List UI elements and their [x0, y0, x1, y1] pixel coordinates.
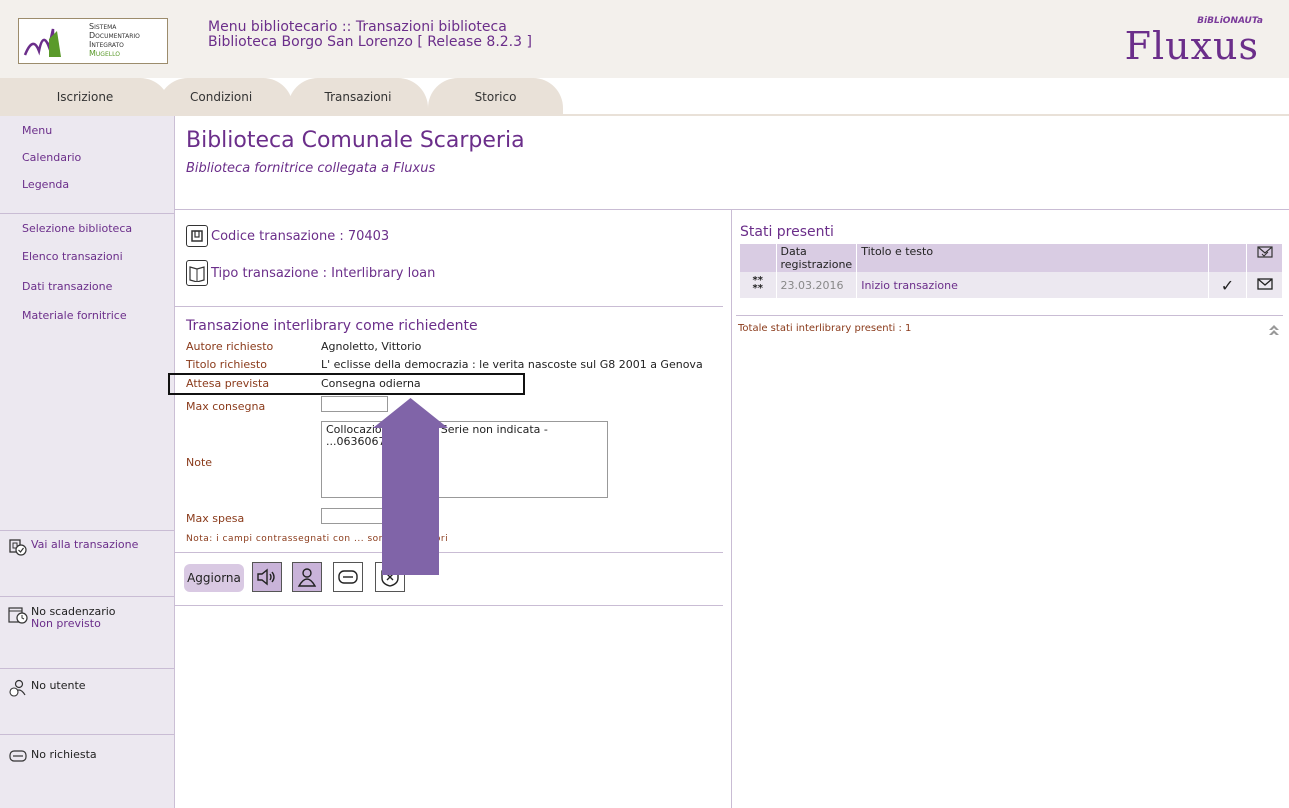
sidebar-item-materiale-fornitrice[interactable]: Materiale fornitrice	[22, 309, 127, 322]
field-label-note: Note	[186, 456, 213, 469]
sidebar-divider	[0, 668, 174, 669]
tab-band	[0, 114, 1289, 116]
update-button[interactable]: Aggiorna	[184, 564, 244, 592]
sdiMugello-logo[interactable]: Sistema Documentario Integrato Mugello	[18, 18, 168, 64]
row-mail[interactable]	[1246, 272, 1283, 298]
sidebar-item-menu[interactable]: Menu	[22, 124, 52, 137]
sidebar-item-elenco-transazioni[interactable]: Elenco transazioni	[22, 250, 123, 263]
page-subtitle: Biblioteca fornitrice collegata a Fluxus	[186, 161, 436, 176]
tab-iscrizione[interactable]: Iscrizione	[0, 78, 170, 114]
divider	[736, 315, 1283, 316]
annotation-arrow	[373, 398, 448, 575]
book-icon	[186, 260, 208, 286]
row-date: 23.03.2016	[776, 272, 858, 298]
sidebar-item-calendario[interactable]: Calendario	[22, 151, 81, 164]
note-textarea[interactable]: Collocazione: ...GN - Serie non indicata…	[321, 421, 608, 498]
user-check-icon	[9, 679, 26, 697]
header	[0, 0, 1289, 78]
user-icon	[297, 568, 317, 587]
sidebar-divider	[0, 530, 174, 531]
logo-mark-icon	[23, 28, 61, 57]
schedule-box: No scadenzario Non previsto	[8, 606, 116, 630]
row-marker: ** **	[740, 272, 777, 298]
sidebar-item-selezione-biblioteca[interactable]: Selezione biblioteca	[22, 222, 132, 235]
tipo-row: Tipo transazione : Interlibrary loan	[186, 260, 435, 286]
goto-transaction-link[interactable]: Vai alla transazione	[8, 538, 138, 556]
speaker-icon	[257, 568, 275, 586]
stati-total: Totale stati interlibrary presenti : 1	[738, 323, 912, 334]
col-mail	[1246, 244, 1283, 272]
column-divider	[731, 210, 732, 808]
request-link-icon	[9, 750, 27, 762]
transaction-icon	[186, 225, 208, 247]
user-button[interactable]	[292, 562, 322, 592]
highlight-box	[168, 373, 525, 395]
chain-link-icon	[338, 570, 358, 584]
user-label: No utente	[31, 679, 86, 692]
tipo-transazione: Tipo transazione : Interlibrary loan	[211, 265, 436, 281]
sidebar-item-legenda[interactable]: Legenda	[22, 178, 69, 191]
transaction-check-icon	[9, 539, 27, 556]
user-box: No utente	[8, 679, 86, 697]
goto-transaction-label[interactable]: Vai alla transazione	[31, 538, 138, 551]
page-title: Biblioteca Comunale Scarperia	[186, 128, 525, 153]
request-box: No richiesta	[8, 748, 97, 764]
sidebar-divider	[0, 213, 174, 214]
row-check-icon: ✓	[1208, 272, 1247, 298]
field-label-max-spesa: Max spesa	[186, 512, 245, 525]
audio-button[interactable]	[252, 562, 282, 592]
request-label: No richiesta	[31, 748, 97, 761]
field-label-max-consegna: Max consegna	[186, 400, 266, 413]
divider	[174, 605, 723, 606]
field-value-titolo: L' eclisse della democrazia : le verita …	[321, 358, 703, 371]
stati-title: Stati presenti	[740, 224, 834, 240]
field-value-autore: Agnoletto, Vittorio	[321, 340, 422, 353]
sidebar-item-dati-transazione[interactable]: Dati transazione	[22, 280, 112, 293]
sidebar-divider	[0, 734, 174, 735]
tab-storico[interactable]: Storico	[428, 78, 563, 114]
calendar-clock-icon	[8, 607, 28, 624]
stati-table: Data registrazione Titolo e testo ** ** 2…	[740, 244, 1283, 298]
sidebar-divider	[0, 596, 174, 597]
scroll-top-icon[interactable]	[1268, 324, 1280, 338]
field-label-titolo: Titolo richiesto	[186, 358, 267, 371]
link-button[interactable]	[333, 562, 363, 592]
col-data: Data registrazione	[776, 244, 858, 272]
logo-text: Sistema Documentario Integrato Mugello	[89, 22, 140, 58]
tab-transazioni[interactable]: Transazioni	[288, 78, 428, 114]
mail-check-icon	[1256, 246, 1273, 258]
section-title: Transazione interlibrary come richiedent…	[186, 318, 478, 334]
divider	[174, 306, 723, 307]
table-header-row: Data registrazione Titolo e testo	[740, 244, 1283, 272]
sidebar: Menu Calendario Legenda Selezione biblio…	[0, 116, 175, 808]
mail-icon	[1256, 277, 1273, 290]
table-row[interactable]: ** ** 23.03.2016 Inizio transazione ✓	[740, 272, 1283, 298]
codice-row: Codice transazione : 70403	[186, 225, 389, 247]
field-label-autore: Autore richiesto	[186, 340, 274, 353]
tab-condizioni[interactable]: Condizioni	[158, 78, 293, 114]
col-titolo: Titolo e testo	[856, 244, 1209, 272]
schedule-sub: Non previsto	[31, 617, 101, 630]
col-marker	[740, 244, 777, 272]
fluxus-logo[interactable]: Fluxus	[1125, 24, 1259, 68]
header-title: Menu bibliotecario :: Transazioni biblio…	[208, 19, 532, 50]
col-check	[1208, 244, 1247, 272]
row-title[interactable]: Inizio transazione	[856, 272, 1209, 298]
codice-transazione: Codice transazione : 70403	[211, 228, 390, 244]
divider	[174, 552, 723, 553]
